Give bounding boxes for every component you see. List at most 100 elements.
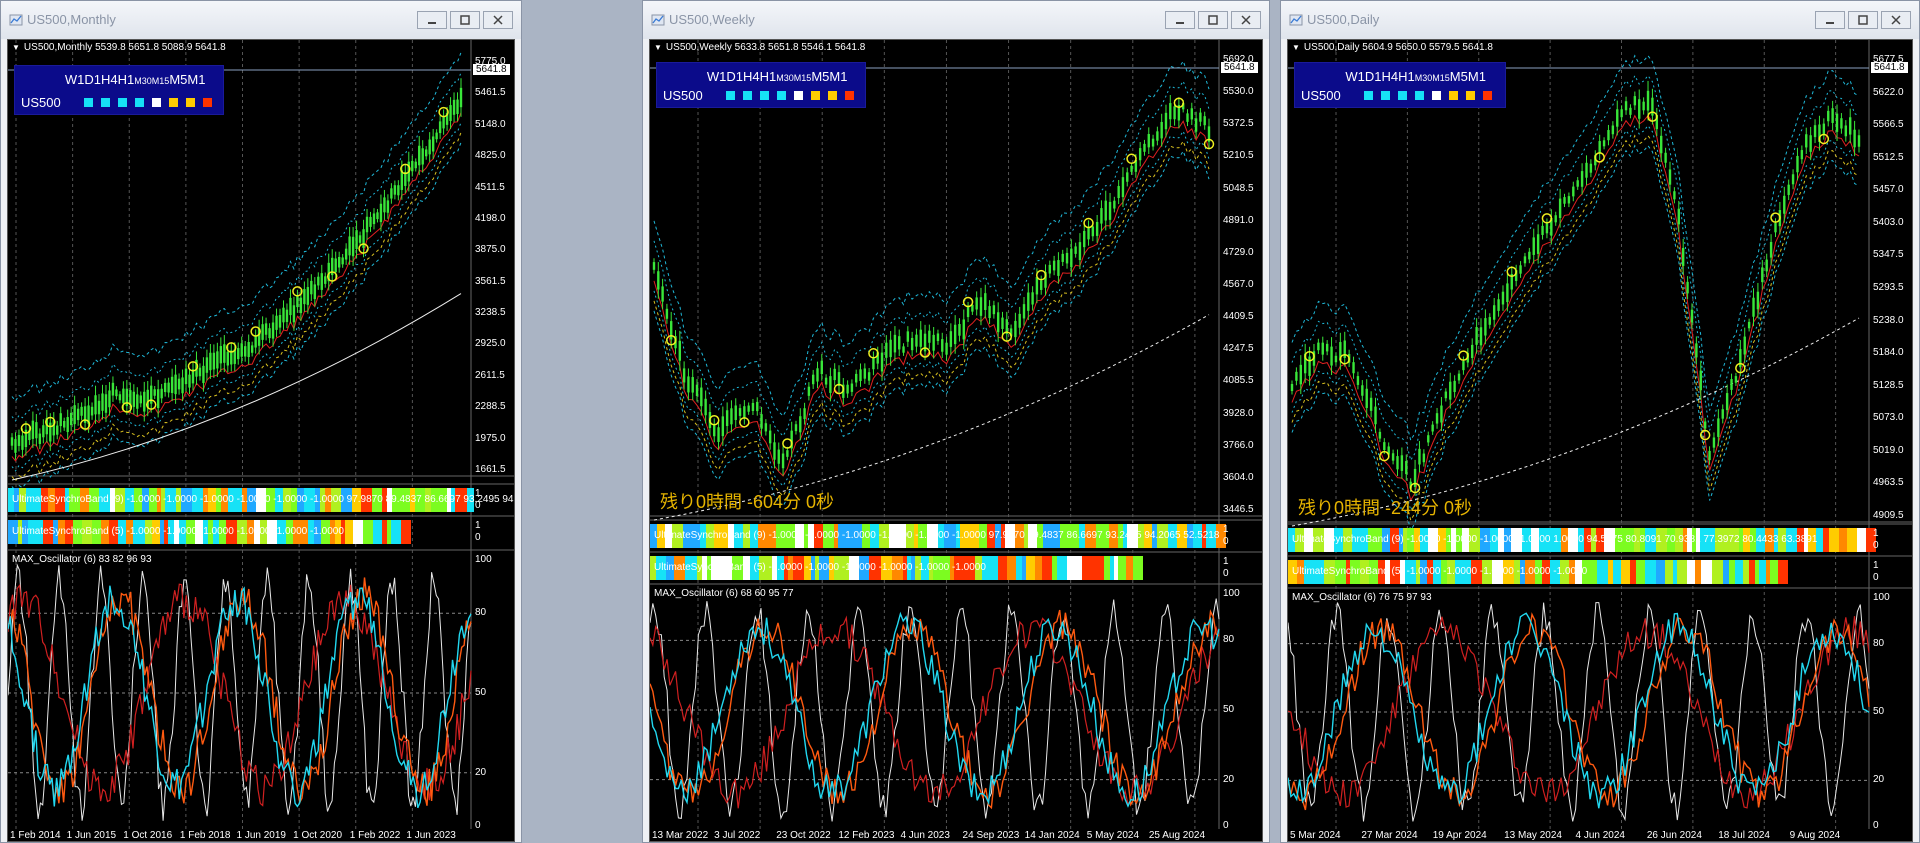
timeframe-status-square (1398, 91, 1408, 100)
minimize-button[interactable] (417, 11, 447, 29)
price-axis-label: 3604.0 (1223, 471, 1254, 483)
maximize-button[interactable] (1848, 11, 1878, 29)
close-button[interactable] (1881, 11, 1911, 29)
chart-window-icon (651, 14, 665, 26)
maximize-icon (460, 15, 470, 25)
timeframe-status-square (810, 91, 820, 100)
chart-header-text: US500,Monthly 5539.8 5651.8 5088.9 5641.… (23, 42, 226, 53)
chart-area[interactable]: ▼ US500,Daily 5604.9 5650.0 5579.5 5641.8… (1287, 39, 1913, 842)
price-axis-label: 4729.0 (1223, 246, 1254, 258)
timeframe-label-m5: M5 (169, 72, 188, 87)
timeframe-label-h4: H4 (101, 72, 118, 87)
chart-window-daily[interactable]: US500,Daily ▼ US500,Daily 5604.9 5650.0 5… (1280, 0, 1920, 843)
chart-area[interactable]: ▼ US500,Weekly 5633.8 5651.8 5546.1 5641.… (649, 39, 1263, 842)
chart-header-text: US500,Daily 5604.9 5650.0 5579.5 5641.8 (1303, 42, 1493, 53)
oscillator-axis-label: 50 (475, 687, 487, 698)
date-axis-label: 1 Jun 2023 (406, 830, 456, 841)
minimize-button[interactable] (1165, 11, 1195, 29)
indicator-ultimate-synchro-band-5: UltimateSynchroBand (5) -1.0000 -1.0000 … (654, 562, 986, 573)
price-axis-label: 5210.5 (1223, 150, 1254, 162)
maximize-icon (1858, 15, 1868, 25)
dropdown-arrow-icon[interactable]: ▼ (12, 43, 20, 52)
price-axis-label: 5530.0 (1223, 86, 1254, 98)
timeframe-label-m1: M1 (187, 72, 206, 87)
indicator-axis-label: 1 (1873, 560, 1879, 571)
window-titlebar[interactable]: US500,Weekly (643, 1, 1269, 39)
oscillator-label: MAX_Oscillator (6) 68 60 95 77 (654, 588, 794, 599)
close-button[interactable] (483, 11, 513, 29)
timeframe-status-square (185, 98, 195, 107)
timeframe-label-m30: M30 (776, 73, 794, 83)
minimize-button[interactable] (1815, 11, 1845, 29)
timeframe-status-square (1466, 91, 1476, 100)
date-axis-label: 1 Oct 2016 (123, 830, 173, 841)
timeframe-panel: W1D1H4H1M30M15M5M1 US500 (656, 62, 866, 108)
bar-timer: 残り0時間 -604分 0秒 (660, 492, 835, 512)
price-axis-label: 4963.5 (1873, 477, 1904, 489)
price-axis-label: 5677.5 (1873, 54, 1904, 65)
date-axis-label: 27 Mar 2024 (1361, 830, 1418, 841)
timeframe-status-square (1381, 91, 1391, 100)
indicator-axis-label: 1 (1223, 524, 1229, 535)
price-axis-label: 5238.0 (1873, 314, 1904, 326)
timeframe-label-m30: M30 (1414, 73, 1433, 83)
date-axis-label: 14 Jan 2024 (1024, 830, 1080, 841)
price-axis-label: 2288.5 (475, 401, 506, 413)
price-axis-label: 5148.0 (475, 118, 506, 130)
timeframe-label-h1: H1 (1398, 69, 1415, 84)
timeframe-label-m15: M15 (793, 73, 812, 83)
timeframe-label-m1: M1 (1467, 69, 1486, 84)
maximize-button[interactable] (450, 11, 480, 29)
oscillator-axis-label: 20 (1223, 773, 1235, 785)
date-axis-label: 18 Jul 2024 (1718, 830, 1770, 841)
date-axis-label: 26 Jun 2024 (1646, 830, 1702, 841)
date-axis-label: 5 May 2024 (1086, 830, 1140, 841)
oscillator-axis-label: 0 (1873, 820, 1879, 831)
timeframe-status-square (844, 91, 854, 100)
chart-window-monthly[interactable]: US500,Monthly ▼ US500,Monthly 5539.8 5651… (0, 0, 522, 843)
price-axis-label: 2925.0 (475, 338, 506, 350)
indicator-axis-label: 1 (1223, 556, 1229, 567)
price-axis-label: 5461.5 (475, 87, 506, 99)
price-axis-label: 4909.5 (1873, 510, 1904, 521)
timeframe-panel-symbol: US500 (1301, 88, 1341, 103)
price-plot (650, 40, 1262, 829)
timeframe-status-square (168, 98, 178, 107)
timeframe-label-h4: H4 (743, 69, 760, 84)
timeframe-label-h1: H1 (759, 69, 777, 84)
window-titlebar[interactable]: US500,Monthly (1, 1, 521, 39)
price-plot (8, 40, 514, 829)
timeframe-status-square (1364, 91, 1374, 100)
oscillator-axis-label: 0 (475, 820, 481, 831)
price-axis-label: 4567.0 (1223, 279, 1254, 290)
timeframe-panel-symbol: US500 (663, 88, 703, 103)
price-axis-label: 3928.0 (1223, 407, 1254, 419)
price-axis-label: 3561.5 (475, 275, 506, 287)
price-axis-label: 5566.5 (1873, 119, 1904, 131)
oscillator-axis-label: 50 (1873, 706, 1885, 717)
chart-window-weekly[interactable]: US500,Weekly ▼ US500,Weekly 5633.8 5651.8… (642, 0, 1270, 843)
close-button[interactable] (1231, 11, 1261, 29)
timeframe-status-square (117, 98, 127, 107)
oscillator-axis-label: 80 (1873, 637, 1885, 649)
timeframe-status-square (151, 98, 161, 107)
date-axis-label: 4 Jun 2024 (1575, 830, 1626, 841)
timeframe-panel-symbol: US500 (21, 95, 61, 110)
price-axis-label: 5019.0 (1873, 444, 1904, 456)
timeframe-status-square (1432, 91, 1442, 100)
price-axis-label: 5775.0 (475, 56, 506, 67)
price-axis-label: 5293.5 (1873, 282, 1904, 293)
chart-area[interactable]: ▼ US500,Monthly 5539.8 5651.8 5088.9 5641… (7, 39, 515, 842)
close-icon (1891, 15, 1901, 25)
timeframe-labels: W1D1H4H1M30M15M5M1 (707, 69, 848, 84)
window-titlebar[interactable]: US500,Daily (1281, 1, 1919, 39)
minimize-icon (1176, 22, 1184, 24)
indicator-ultimate-synchro-band-5: UltimateSynchroBand (5) -1.0000 -1.0000 … (1292, 566, 1588, 577)
bar-timer: 残り0時間 -244分 0秒 (1298, 498, 1473, 518)
dropdown-arrow-icon[interactable]: ▼ (1292, 43, 1300, 52)
price-axis-label: 3766.0 (1223, 439, 1254, 451)
date-axis-label: 23 Oct 2022 (776, 830, 831, 841)
dropdown-arrow-icon[interactable]: ▼ (654, 43, 662, 52)
maximize-button[interactable] (1198, 11, 1228, 29)
timeframe-status-square (742, 91, 752, 100)
